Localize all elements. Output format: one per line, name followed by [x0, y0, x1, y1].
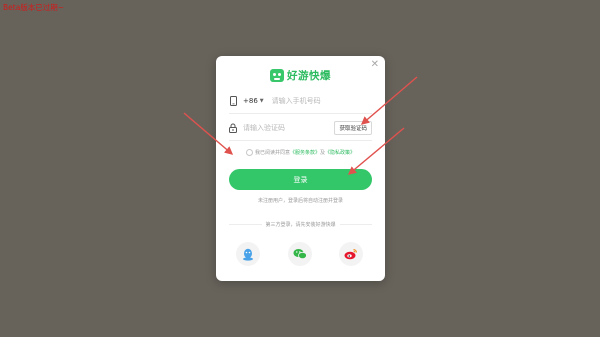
- privacy-link[interactable]: 《隐私政策》: [325, 149, 355, 156]
- wechat-login-button[interactable]: [288, 242, 312, 266]
- app-logo-icon: [270, 69, 284, 82]
- divider: [229, 113, 372, 114]
- agreement-prefix: 我已阅读并同意: [254, 150, 290, 156]
- country-code-select[interactable]: +86: [243, 97, 258, 105]
- third-party-divider: 第三方登录，请先安装好游快爆: [229, 221, 373, 228]
- qq-icon: [243, 248, 253, 261]
- agree-checkbox[interactable]: [245, 149, 253, 156]
- phone-input[interactable]: [271, 97, 362, 105]
- phone-row: +86 ▼: [229, 93, 372, 109]
- code-input[interactable]: [243, 124, 333, 132]
- chevron-down-icon[interactable]: ▼: [260, 98, 264, 104]
- code-row: 获取验证码: [229, 120, 372, 136]
- get-code-button[interactable]: 获取验证码: [334, 121, 372, 135]
- terms-link[interactable]: 《服务条款》: [290, 149, 320, 156]
- divider: [229, 140, 372, 141]
- beta-expired-notice: Beta版本已过期~: [3, 3, 65, 12]
- login-modal: ✕ 好游快爆 +86 ▼ 获取验证码 我已阅读并同意 《服务条款》 及 《隐私政…: [216, 56, 385, 281]
- brand-name: 好游快爆: [287, 70, 331, 82]
- wechat-icon: [293, 249, 307, 260]
- weibo-icon: [344, 249, 357, 260]
- agreement: 我已阅读并同意 《服务条款》 及 《隐私政策》: [216, 149, 385, 156]
- qq-login-button[interactable]: [236, 242, 260, 266]
- third-party-label: 第三方登录，请先安装好游快爆: [265, 222, 336, 228]
- brand-header: 好游快爆: [216, 68, 385, 83]
- login-button[interactable]: 登录: [229, 169, 372, 190]
- phone-icon: [229, 96, 237, 106]
- lock-icon: [229, 123, 237, 133]
- weibo-login-button[interactable]: [339, 242, 363, 266]
- register-note: 未注册用户，登录后将自动注册并登录: [257, 198, 343, 204]
